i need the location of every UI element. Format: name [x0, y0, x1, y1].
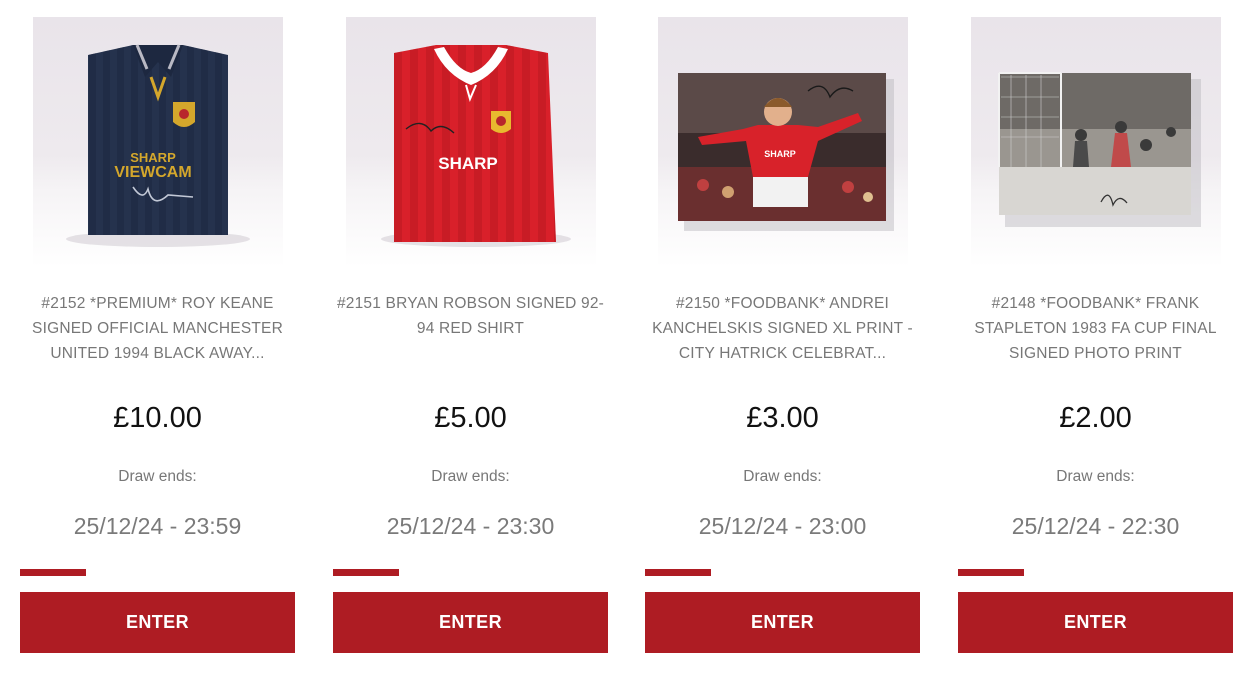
- red-home-shirt-illustration: SHARP: [381, 45, 571, 247]
- draw-end-date: 25/12/24 - 22:30: [1011, 513, 1180, 539]
- progress-fill: [20, 569, 86, 576]
- progress-fill: [958, 569, 1024, 576]
- draw-end-date: 25/12/24 - 23:00: [698, 513, 867, 539]
- product-image-stapleton-print[interactable]: [971, 17, 1221, 267]
- progress-fill: [333, 569, 399, 576]
- draw-end-date: 25/12/24 - 23:59: [73, 513, 242, 539]
- product-image-roy-keane-shirt[interactable]: SHARP VIEWCAM: [33, 17, 283, 267]
- ticket-price: £2.00: [1059, 402, 1132, 434]
- shirt-sponsor-viewcam: VIEWCAM: [114, 164, 191, 181]
- draw-ends-label: Draw ends:: [118, 468, 197, 485]
- competition-card: #2148 *FOODBANK* FRANK STAPLETON 1983 FA…: [958, 0, 1233, 679]
- competition-title[interactable]: #2151 BRYAN ROBSON SIGNED 92-94 RED SHIR…: [333, 291, 608, 341]
- ticket-price: £5.00: [434, 402, 507, 434]
- enter-button[interactable]: ENTER: [20, 592, 295, 653]
- draw-end-date: 25/12/24 - 23:30: [386, 513, 555, 539]
- shirt-sponsor-sharp: SHARP: [438, 154, 498, 173]
- competition-title[interactable]: #2150 *FOODBANK* ANDREI KANCHELSKIS SIGN…: [645, 291, 920, 366]
- celebration-photo-illustration: SHARP: [678, 73, 894, 231]
- ticket-price: £3.00: [746, 402, 819, 434]
- shirt-sponsor-sharp: SHARP: [764, 149, 796, 159]
- tickets-sold-progress-bar: [333, 569, 608, 576]
- draw-ends-label: Draw ends:: [1056, 468, 1135, 485]
- product-image-kanchelskis-print[interactable]: SHARP: [658, 17, 908, 267]
- ticket-price: £10.00: [113, 402, 202, 434]
- shirt-sponsor-sharp: SHARP: [130, 150, 176, 165]
- enter-button[interactable]: ENTER: [645, 592, 920, 653]
- tickets-sold-progress-bar: [645, 569, 920, 576]
- draw-ends-label: Draw ends:: [431, 468, 510, 485]
- product-image-bryan-robson-shirt[interactable]: SHARP: [346, 17, 596, 267]
- competition-title[interactable]: #2152 *PREMIUM* ROY KEANE SIGNED OFFICIA…: [20, 291, 295, 366]
- enter-button[interactable]: ENTER: [333, 592, 608, 653]
- black-away-shirt-illustration: SHARP VIEWCAM: [66, 44, 250, 247]
- progress-fill: [645, 569, 711, 576]
- enter-button[interactable]: ENTER: [958, 592, 1233, 653]
- competition-title[interactable]: #2148 *FOODBANK* FRANK STAPLETON 1983 FA…: [958, 291, 1233, 366]
- fa-cup-final-photo-illustration: [998, 72, 1201, 227]
- competition-card: SHARP #2150 *FOODBANK* ANDREI KANCHELSKI…: [645, 0, 920, 679]
- draw-ends-label: Draw ends:: [743, 468, 822, 485]
- competition-card: SHARP VIEWCAM #2152 *PREMIUM* ROY KEANE …: [20, 0, 295, 679]
- tickets-sold-progress-bar: [958, 569, 1233, 576]
- tickets-sold-progress-bar: [20, 569, 295, 576]
- competition-card: SHARP #2151 BRYAN ROBSON SIGNED 92-94 RE…: [333, 0, 608, 679]
